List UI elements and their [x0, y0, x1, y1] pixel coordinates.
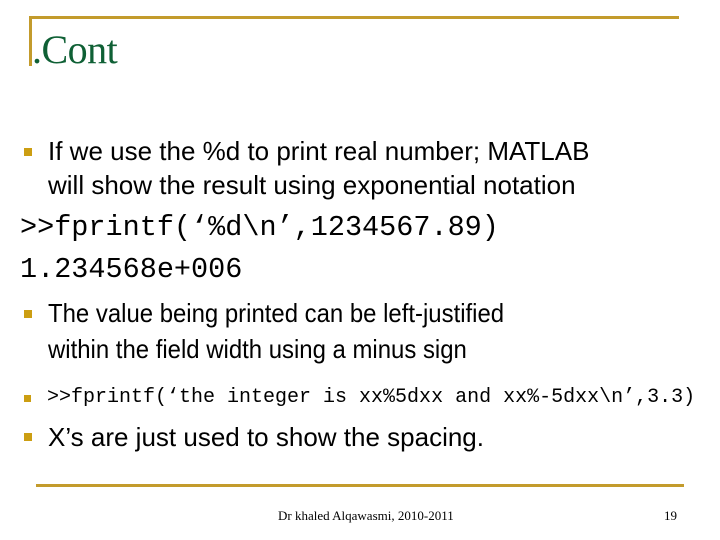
code-output: 1.234568e+006 — [20, 253, 243, 286]
slide-title: .Cont — [32, 27, 118, 72]
code-command: >>fprintf(‘%d\n’,1234567.89) — [20, 211, 499, 244]
bullet-2-line-1: The value being printed can be left-just… — [48, 298, 505, 328]
bullet-1-line-1: If we use the %d to print real number; M… — [48, 136, 590, 166]
bullet-icon — [24, 395, 31, 402]
title-top-rule — [29, 16, 679, 19]
slide: .Cont If we use the %d to print real num… — [0, 0, 720, 540]
bullet-icon — [24, 148, 32, 156]
bullet-icon — [24, 433, 32, 441]
footer-author: Dr khaled Alqawasmi, 2010-2011 — [278, 508, 454, 523]
page-number: 19 — [664, 508, 677, 523]
bullet-icon — [24, 310, 32, 318]
bullet-2-line-2: within the field width using a minus sig… — [48, 334, 467, 364]
bullet-3-code: >>fprintf(‘the integer is xx%5dxx and xx… — [47, 386, 696, 409]
bullet-1-line-2: will show the result using exponential n… — [48, 170, 576, 200]
footer-rule — [36, 484, 684, 487]
bullet-4-line-1: X’s are just used to show the spacing. — [48, 422, 484, 452]
